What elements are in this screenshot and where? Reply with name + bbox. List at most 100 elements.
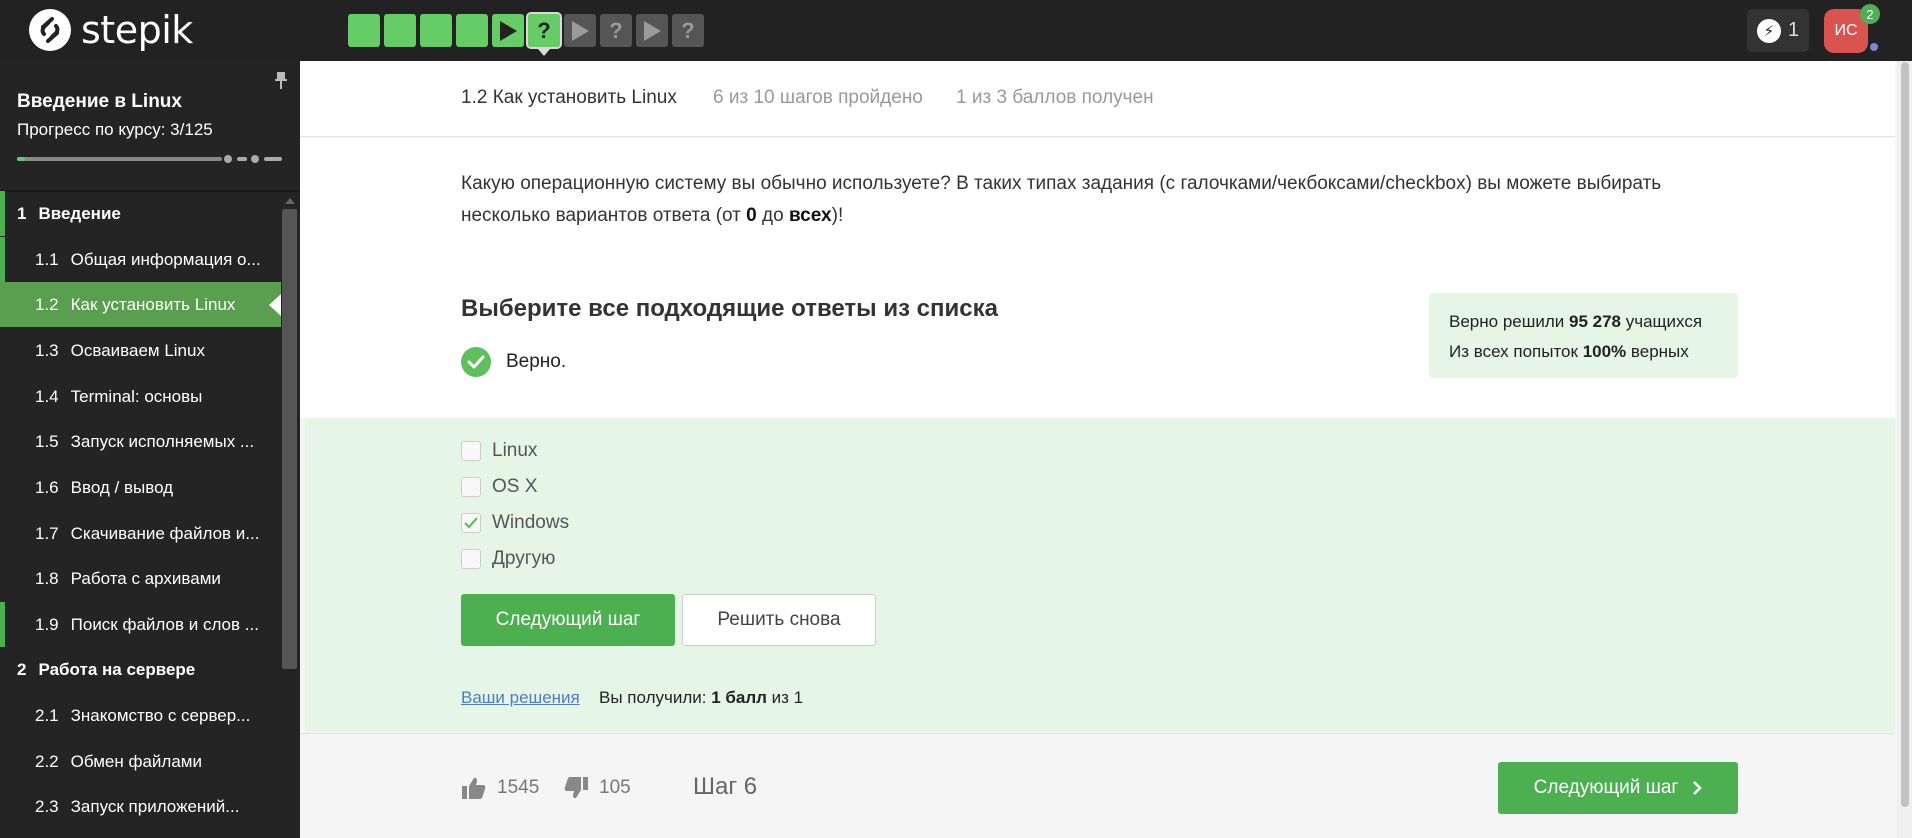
sidebar-item-2-1[interactable]: 2.1 Знакомство с сервер... xyxy=(0,693,281,738)
section-introduction[interactable]: 1 Введение xyxy=(0,191,281,236)
like-button[interactable]: 1545 xyxy=(461,776,539,800)
top-navbar: stepik ??? ⚡ 1 ИС 2 xyxy=(0,0,1912,61)
choose-title: Выберите все подходящие ответы из списка xyxy=(461,295,998,322)
step-9-play[interactable] xyxy=(636,14,668,47)
sidebar-item-2-3[interactable]: 2.3 Запуск приложений... xyxy=(0,784,281,829)
sidebar-item-1-7[interactable]: 1.7 Скачивание файлов и... xyxy=(0,511,281,556)
step-content: Какую операционную систему вы обычно исп… xyxy=(300,138,1895,418)
lesson-label: Ввод / вывод xyxy=(70,477,174,497)
thumbs-down-icon xyxy=(564,777,588,799)
option-other[interactable]: Другую xyxy=(461,548,555,570)
lesson-label: Общая информация о... xyxy=(70,249,261,269)
footer-next-step-button[interactable]: Следующий шаг xyxy=(1498,762,1738,814)
dislike-count: 105 xyxy=(599,777,631,798)
lesson-label: Скачивание файлов и... xyxy=(70,523,260,543)
energy-count: 1 xyxy=(1787,19,1800,41)
score-status: 1 из 3 баллов получен xyxy=(956,87,1154,108)
notification-badge[interactable]: 2 xyxy=(1860,4,1880,24)
dislike-button[interactable]: 105 xyxy=(563,776,631,800)
step-8-question[interactable]: ? xyxy=(600,14,632,47)
lesson-label: Terminal: основы xyxy=(70,386,203,406)
step-footer: 1545 105 Шаг 6 Следующий шаг xyxy=(300,733,1895,838)
play-icon xyxy=(571,20,589,41)
received-score: Вы получили: 1 балл из 1 xyxy=(599,688,804,707)
option-label: OS X xyxy=(492,476,538,497)
checkbox[interactable] xyxy=(461,549,481,569)
step-2-square[interactable] xyxy=(384,14,416,47)
sidebar-item-1-5[interactable]: 1.5 Запуск исполняемых ... xyxy=(0,419,281,464)
option-linux[interactable]: Linux xyxy=(461,440,537,462)
course-progress-bar xyxy=(17,155,282,163)
step-1-square[interactable] xyxy=(348,14,380,47)
checkmark-icon xyxy=(464,517,478,529)
sidebar-item-1-8[interactable]: 1.8 Работа с архивами xyxy=(0,556,281,601)
your-solutions-link[interactable]: Ваши решения xyxy=(461,688,580,708)
thumbs-up-icon xyxy=(462,777,486,799)
retry-button[interactable]: Решить снова xyxy=(682,594,876,646)
option-label: Linux xyxy=(492,440,538,461)
sidebar-item-1-6[interactable]: 1.6 Ввод / вывод xyxy=(0,465,281,510)
lesson-label: Как установить Linux xyxy=(70,294,236,314)
step-10-question[interactable]: ? xyxy=(672,14,704,47)
lightning-icon: ⚡ xyxy=(1756,18,1781,43)
lesson-label: Запуск приложений... xyxy=(70,796,240,816)
option-windows[interactable]: Windows xyxy=(461,512,569,534)
step-label: Шаг 6 xyxy=(693,773,758,800)
section-label: Работа на сервере xyxy=(38,659,196,679)
progress-fill xyxy=(17,157,25,161)
sidebar-item-1-4[interactable]: 1.4 Terminal: основы xyxy=(0,374,281,419)
like-count: 1545 xyxy=(497,777,540,798)
step-3-square[interactable] xyxy=(420,14,452,47)
course-progress-label: Прогресс по курсу: 3/125 xyxy=(17,120,213,139)
section-label: Введение xyxy=(38,203,121,223)
pin-icon[interactable] xyxy=(274,71,288,91)
sidebar-item-1-2[interactable]: 1.2 Как установить Linux xyxy=(0,282,281,327)
stepik-logo-icon xyxy=(29,9,71,51)
option-osx[interactable]: OS X xyxy=(461,476,537,498)
sidebar-item-1-1[interactable]: 1.1 Общая информация о... xyxy=(0,237,281,282)
lesson-title: 1.2 Как установить Linux xyxy=(461,87,677,108)
next-step-button[interactable]: Следующий шаг xyxy=(461,594,675,646)
course-title[interactable]: Введение в Linux xyxy=(17,91,182,113)
status-dot xyxy=(1869,42,1879,52)
sidebar-item-2-2[interactable]: 2.2 Обмен файлами xyxy=(0,739,281,784)
play-icon xyxy=(499,20,517,41)
lesson-label: Поиск файлов и слов ... xyxy=(70,614,259,634)
step-6-question[interactable]: ? xyxy=(526,12,562,56)
lesson-header: 1.2 Как установить Linux 6 из 10 шагов п… xyxy=(300,61,1895,137)
lesson-label: Работа с архивами xyxy=(70,568,221,588)
sidebar-scrollbar[interactable] xyxy=(282,209,297,669)
energy-button[interactable]: ⚡ 1 xyxy=(1747,9,1809,52)
lesson-label: Обмен файлами xyxy=(70,751,202,771)
verdict-text: Верно. xyxy=(506,351,567,372)
question-icon: ? xyxy=(537,17,551,43)
lesson-label: Осваиваем Linux xyxy=(70,340,205,360)
step-4-square[interactable] xyxy=(456,14,488,47)
step-7-play[interactable] xyxy=(564,14,596,47)
step-navigation: ??? xyxy=(348,12,704,56)
play-icon xyxy=(643,20,661,41)
question-text: Какую операционную систему вы обычно исп… xyxy=(461,173,1662,226)
question-icon: ? xyxy=(681,17,695,43)
check-circle-icon xyxy=(461,347,491,377)
section-server[interactable]: 2 Работа на сервере xyxy=(0,647,281,692)
scroll-up-icon[interactable] xyxy=(285,198,295,204)
verdict: Верно. xyxy=(461,347,566,377)
question-icon: ? xyxy=(609,17,623,43)
page-scrollbar-thumb[interactable] xyxy=(1901,62,1909,807)
checkbox-checked[interactable] xyxy=(461,513,481,533)
checkbox[interactable] xyxy=(461,441,481,461)
option-label: Windows xyxy=(492,512,570,533)
course-sidebar: Введение в Linux Прогресс по курсу: 3/12… xyxy=(0,61,300,838)
stepik-logo[interactable]: stepik xyxy=(29,9,193,51)
sidebar-item-1-3[interactable]: 1.3 Осваиваем Linux xyxy=(0,328,281,373)
chevron-right-icon xyxy=(1693,781,1703,795)
answer-area: Linux OS X Windows Другую Следующий шаг … xyxy=(305,418,1895,731)
lesson-label: Знакомство с сервер... xyxy=(70,705,251,725)
sidebar-item-1-9[interactable]: 1.9 Поиск файлов и слов ... xyxy=(0,602,281,647)
solve-stats: Верно решили 95 278 учащихся Из всех поп… xyxy=(1429,293,1738,378)
checkbox[interactable] xyxy=(461,477,481,497)
option-label: Другую xyxy=(492,548,556,569)
logo-text: stepik xyxy=(81,8,193,52)
step-5-play[interactable] xyxy=(492,14,524,47)
